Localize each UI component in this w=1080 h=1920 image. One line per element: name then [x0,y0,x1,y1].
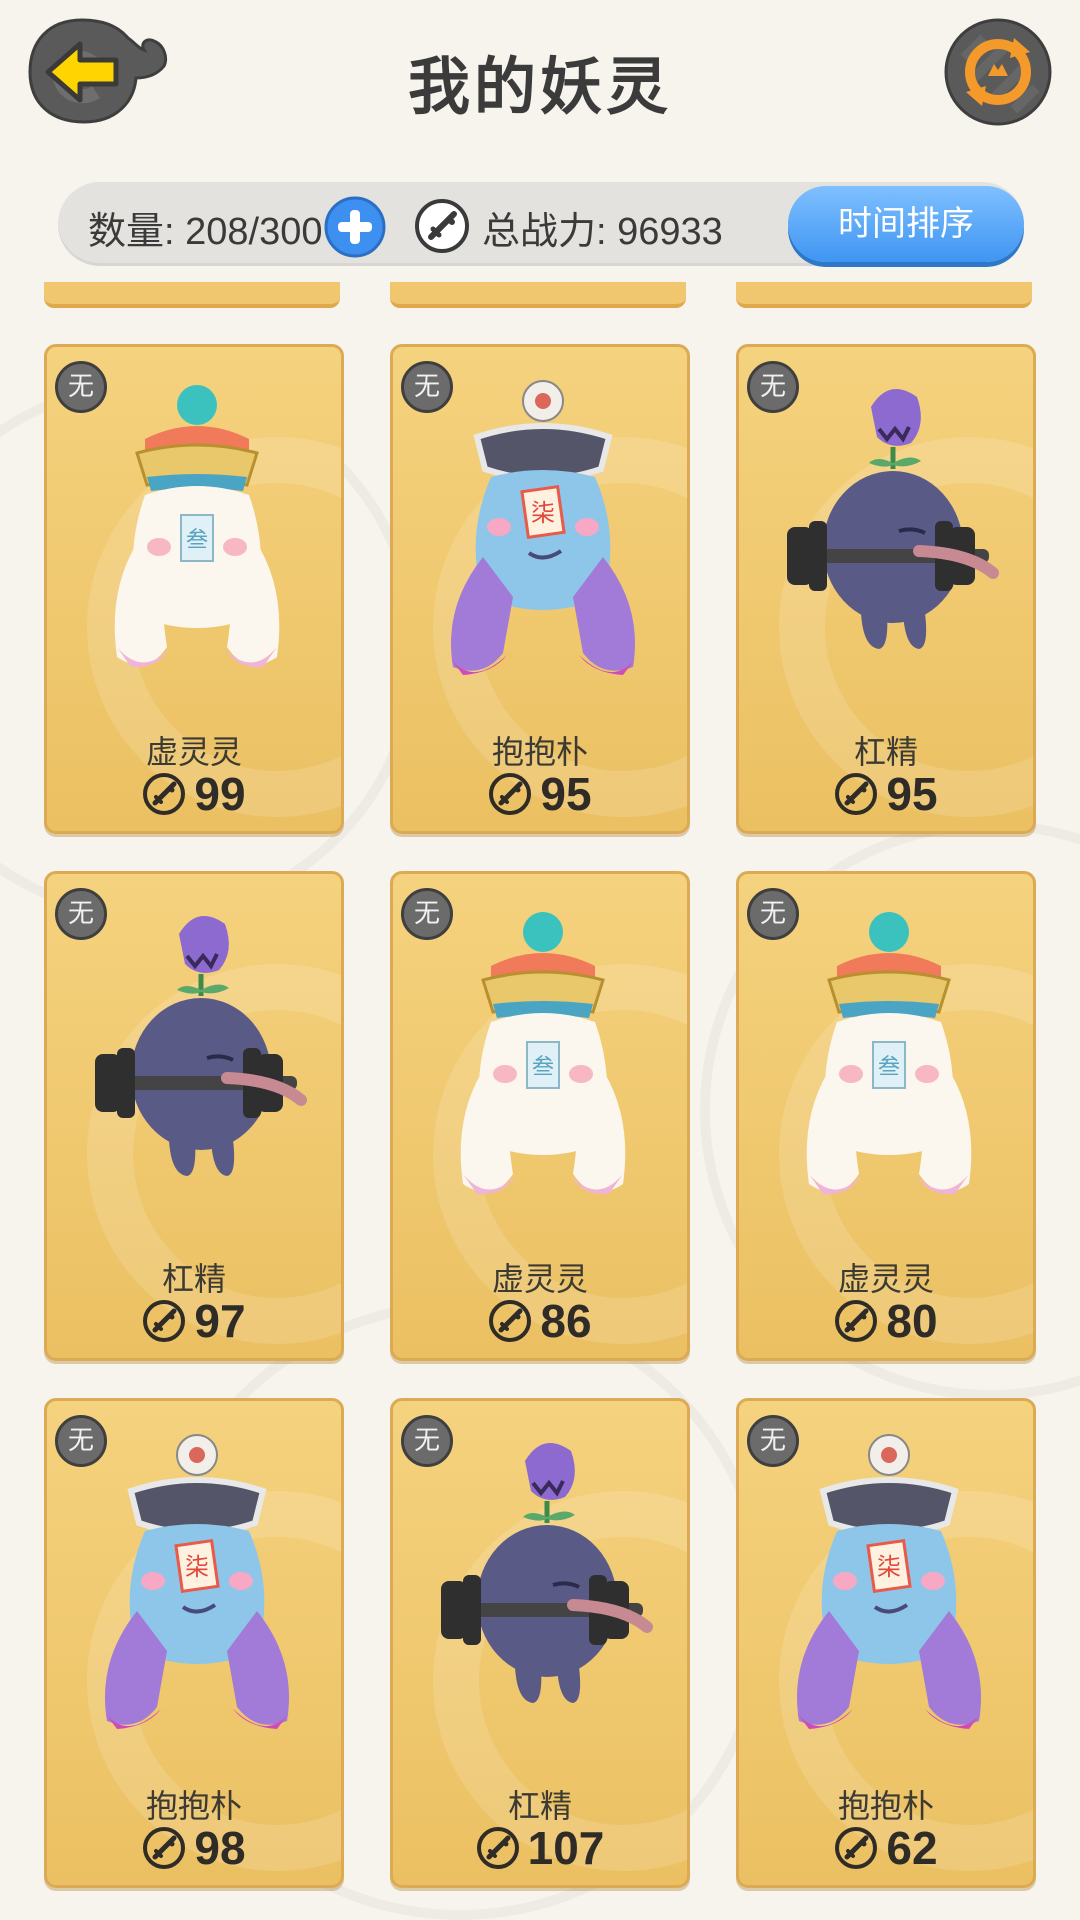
monster-power: 86 [393,1294,687,1348]
power-value: 80 [886,1295,938,1347]
monster-card[interactable]: 柒 无抱抱朴 95 [390,344,690,834]
power-value: 107 [527,1822,605,1874]
creature-gangjing-image [787,389,999,649]
monster-card[interactable]: 叁 无虚灵灵 86 [390,871,690,1361]
add-capacity-button[interactable] [324,196,386,258]
monster-power: 95 [393,767,687,821]
power-value: 95 [540,768,592,820]
refresh-button[interactable] [944,18,1052,126]
monster-card[interactable]: 无杠精 107 [390,1398,690,1888]
svg-text:柒: 柒 [531,499,555,527]
power-value: 86 [540,1295,592,1347]
monster-card[interactable]: 叁 无虚灵灵 80 [736,871,1036,1361]
power-value: 95 [886,768,938,820]
power-sword-icon [143,1827,186,1869]
monster-card[interactable]: 柒 无抱抱朴 62 [736,1398,1036,1888]
element-badge: 无 [747,361,799,413]
power-value: 99 [194,768,246,820]
creature-baobaopu-image: 柒 [797,1434,981,1729]
element-badge: 无 [401,361,453,413]
refresh-swap-icon [944,18,1052,126]
svg-text:叁: 叁 [878,1055,900,1080]
monster-power: 80 [739,1294,1033,1348]
time-sort-button[interactable]: 时间排序 [788,186,1024,262]
creature-gangjing-image [441,1443,653,1703]
monster-power: 95 [739,767,1033,821]
creature-baobaopu-image: 柒 [451,380,635,675]
monster-count: 数量: 208/300 [88,211,323,253]
partial-card [44,282,340,308]
element-badge: 无 [401,888,453,940]
monster-power: 62 [739,1821,1033,1875]
svg-text:柒: 柒 [877,1553,901,1581]
svg-text:柒: 柒 [185,1553,209,1581]
power-sword-icon [143,773,186,815]
sword-icon [414,198,470,254]
monster-card[interactable]: 无杠精 97 [44,871,344,1361]
monster-card[interactable]: 柒 无抱抱朴 98 [44,1398,344,1888]
power-value: 98 [194,1822,246,1874]
element-badge: 无 [401,1415,453,1467]
power-sword-icon [835,1300,878,1342]
page-title: 我的妖灵 [407,50,672,123]
power-sword-icon [476,1827,519,1869]
creature-gangjing-image [95,916,307,1176]
element-badge: 无 [55,888,107,940]
power-sword-icon [489,1300,532,1342]
creature-xulingling-image: 叁 [806,912,972,1195]
element-badge: 无 [747,888,799,940]
svg-text:叁: 叁 [186,528,208,553]
power-sword-icon [143,1300,186,1342]
plus-icon [324,196,386,258]
monster-power: 99 [47,767,341,821]
power-value: 97 [194,1295,246,1347]
partial-card [736,282,1032,308]
svg-text:叁: 叁 [532,1055,554,1080]
partial-card [390,282,686,308]
creature-xulingling-image: 叁 [460,912,626,1195]
creature-xulingling-image: 叁 [114,385,280,668]
monster-card[interactable]: 无杠精 95 [736,344,1036,834]
power-value: 62 [886,1822,938,1874]
monster-card[interactable]: 叁 无虚灵灵 99 [44,344,344,834]
element-badge: 无 [747,1415,799,1467]
power-sword-icon [489,773,532,815]
monster-power: 107 [393,1821,687,1875]
stats-bar: 数量: 208/300 总战力: 96933 时间排序 [58,182,1024,266]
total-power: 总战力: 96933 [482,211,723,253]
element-badge: 无 [55,361,107,413]
power-sword-icon [835,773,878,815]
power-sword-icon [835,1827,878,1869]
element-badge: 无 [55,1415,107,1467]
monster-power: 97 [47,1294,341,1348]
monster-power: 98 [47,1821,341,1875]
creature-baobaopu-image: 柒 [105,1434,289,1729]
